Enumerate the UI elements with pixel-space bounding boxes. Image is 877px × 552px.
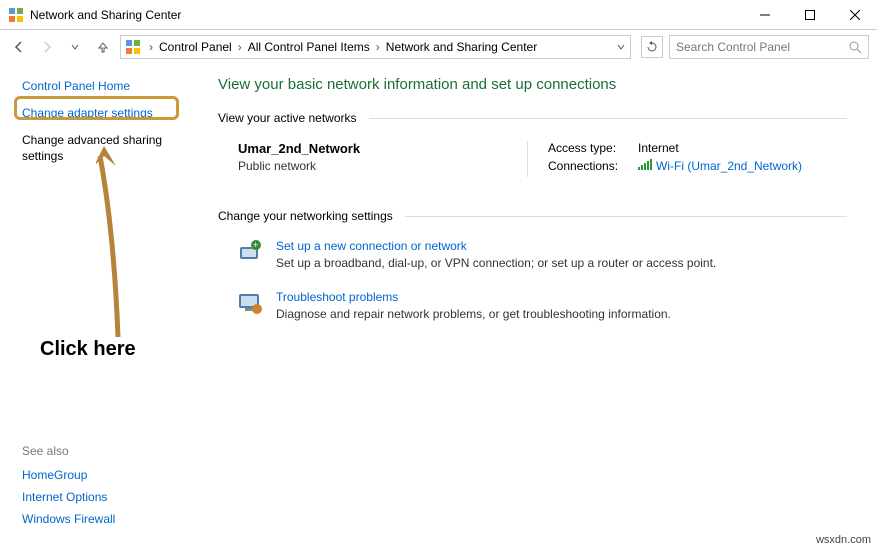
refresh-button[interactable]	[641, 36, 663, 58]
recent-dropdown[interactable]	[64, 36, 86, 58]
troubleshoot-icon	[236, 290, 264, 321]
forward-button[interactable]	[36, 36, 58, 58]
control-panel-home-link[interactable]: Control Panel Home	[22, 78, 200, 95]
chevron-down-icon[interactable]	[616, 42, 626, 52]
see-also-windows-firewall[interactable]: Windows Firewall	[22, 512, 115, 526]
network-name: Umar_2nd_Network	[238, 141, 517, 156]
active-networks-header: View your active networks	[218, 111, 847, 125]
location-icon	[125, 39, 141, 55]
troubleshoot-desc: Diagnose and repair network problems, or…	[276, 307, 671, 321]
connections-label: Connections:	[548, 159, 638, 173]
annotation-arrow	[96, 142, 156, 342]
maximize-button[interactable]	[787, 0, 832, 30]
divider	[405, 216, 847, 217]
change-adapter-settings-link[interactable]: Change adapter settings	[22, 105, 200, 122]
main-content: View your basic network information and …	[210, 64, 877, 552]
svg-text:+: +	[253, 240, 258, 250]
chevron-right-icon[interactable]: ›	[236, 40, 244, 54]
sidebar: Control Panel Home Change adapter settin…	[0, 64, 210, 552]
change-settings-label: Change your networking settings	[218, 209, 393, 223]
breadcrumb-item[interactable]: Control Panel	[157, 40, 234, 54]
setup-connection-icon: +	[236, 239, 264, 270]
annotation-text: Click here	[40, 338, 136, 361]
watermark: wsxdn.com	[816, 534, 871, 546]
breadcrumb-item[interactable]: Network and Sharing Center	[384, 40, 539, 54]
search-input[interactable]: Search Control Panel	[669, 35, 869, 59]
change-settings-header: Change your networking settings	[218, 209, 847, 223]
active-networks-label: View your active networks	[218, 111, 357, 125]
back-button[interactable]	[8, 36, 30, 58]
window-title: Network and Sharing Center	[30, 8, 742, 22]
chevron-right-icon[interactable]: ›	[374, 40, 382, 54]
network-type: Public network	[238, 159, 517, 173]
app-icon	[8, 7, 24, 23]
chevron-right-icon[interactable]: ›	[147, 40, 155, 54]
navbar: › Control Panel › All Control Panel Item…	[0, 30, 877, 64]
connection-link[interactable]: Wi-Fi (Umar_2nd_Network)	[638, 159, 802, 173]
titlebar: Network and Sharing Center	[0, 0, 877, 30]
setup-connection-link[interactable]: Set up a new connection or network	[276, 239, 467, 253]
access-type-value: Internet	[638, 141, 679, 155]
address-bar[interactable]: › Control Panel › All Control Panel Item…	[120, 35, 631, 59]
divider	[369, 118, 847, 119]
option-troubleshoot: Troubleshoot problems Diagnose and repai…	[218, 284, 847, 335]
connection-name: Wi-Fi (Umar_2nd_Network)	[656, 159, 802, 173]
see-also: See also HomeGroup Internet Options Wind…	[22, 444, 115, 534]
body: Control Panel Home Change adapter settin…	[0, 64, 877, 552]
setup-connection-desc: Set up a broadband, dial-up, or VPN conn…	[276, 256, 716, 270]
close-button[interactable]	[832, 0, 877, 30]
up-button[interactable]	[92, 36, 114, 58]
troubleshoot-link[interactable]: Troubleshoot problems	[276, 290, 398, 304]
access-type-label: Access type:	[548, 141, 638, 155]
page-heading: View your basic network information and …	[218, 76, 847, 93]
search-placeholder: Search Control Panel	[676, 40, 849, 54]
option-setup-connection: + Set up a new connection or network Set…	[218, 233, 847, 284]
wifi-icon	[638, 159, 652, 170]
see-also-header: See also	[22, 444, 115, 458]
network-row: Umar_2nd_Network Public network Access t…	[218, 135, 847, 191]
see-also-homegroup[interactable]: HomeGroup	[22, 468, 115, 482]
breadcrumb-item[interactable]: All Control Panel Items	[246, 40, 372, 54]
see-also-internet-options[interactable]: Internet Options	[22, 490, 115, 504]
network-identity: Umar_2nd_Network Public network	[238, 141, 528, 177]
minimize-button[interactable]	[742, 0, 787, 30]
search-icon	[849, 41, 862, 54]
network-details: Access type: Internet Connections: Wi-Fi…	[528, 141, 802, 177]
change-advanced-sharing-link[interactable]: Change advanced sharing settings	[22, 132, 200, 166]
